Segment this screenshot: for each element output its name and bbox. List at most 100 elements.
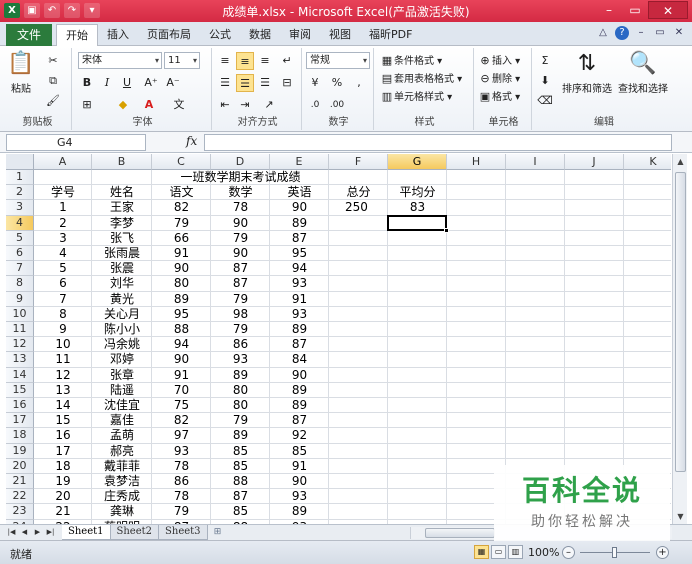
data-cell[interactable]: 92 [270,428,329,443]
decrease-indent-icon[interactable]: ⇤ [216,96,234,114]
grid-cell[interactable] [506,215,565,231]
data-cell[interactable]: 89 [270,216,329,231]
tab-2[interactable]: 页面布局 [138,24,200,46]
row-header[interactable]: 21 [6,474,34,490]
grid-cell[interactable] [447,443,506,459]
grid-cell[interactable] [506,230,565,246]
insert-function-icon[interactable]: fx [186,134,197,148]
data-cell[interactable]: 孟萌 [92,428,152,443]
row-header[interactable]: 12 [6,337,34,353]
grid-cell[interactable] [388,428,447,444]
grid-cell[interactable] [624,352,671,368]
increase-indent-icon[interactable]: ⇥ [236,96,254,114]
data-cell[interactable]: 75 [152,398,211,413]
grid-cell[interactable] [447,306,506,322]
data-cell[interactable]: 黄光 [92,292,152,307]
align-center-icon[interactable]: ☰ [236,74,254,92]
horizontal-scroll-thumb[interactable] [425,528,495,538]
sort-filter-button[interactable]: ⇅ 排序和筛选 [560,50,614,95]
orientation-icon[interactable]: ↗ [260,96,278,114]
grid-cell[interactable] [447,337,506,353]
data-cell[interactable]: 82 [152,200,211,215]
row-header[interactable]: 8 [6,276,34,292]
data-cell[interactable]: 邓婷 [92,352,152,367]
data-cell[interactable]: 庄秀成 [92,489,152,504]
data-cell[interactable]: 85 [211,444,270,459]
grid-cell[interactable] [447,398,506,414]
data-cell[interactable]: 龚琳 [92,504,152,519]
align-left-icon[interactable]: ☰ [216,74,234,92]
ribbon-minimize-icon[interactable]: △ [596,26,610,40]
grid-cell[interactable] [565,185,624,201]
data-cell[interactable]: 17 [34,444,92,459]
column-header[interactable]: D [211,154,270,170]
row-header[interactable]: 16 [6,398,34,414]
name-box[interactable]: G4 [6,134,146,151]
grid-cell[interactable] [624,292,671,307]
data-cell[interactable]: 97 [152,428,211,443]
column-header[interactable]: C [152,154,211,170]
row-header[interactable]: 17 [6,413,34,429]
grid-cell[interactable] [447,352,506,368]
grid-cell[interactable] [506,170,565,186]
percent-icon[interactable]: % [328,74,346,92]
zoom-slider-handle[interactable] [612,547,617,558]
data-cell[interactable]: 95 [270,246,329,261]
grid-cell[interactable] [506,352,565,368]
row-header[interactable]: 13 [6,352,34,368]
tab-3[interactable]: 公式 [200,24,240,46]
data-cell[interactable]: 94 [152,337,211,352]
data-cell[interactable]: 78 [152,459,211,474]
row-header[interactable]: 6 [6,246,34,262]
data-cell[interactable]: 93 [152,444,211,459]
data-cell[interactable]: 94 [270,261,329,276]
grid-cell[interactable] [506,261,565,277]
data-cell[interactable]: 嘉佳 [92,413,152,428]
wrap-text-icon[interactable]: ↵ [278,52,296,70]
grid-cell[interactable] [565,230,624,246]
data-cell[interactable]: 戴菲菲 [92,459,152,474]
data-cell[interactable]: 6 [34,276,92,291]
close-button[interactable]: ✕ [648,1,688,19]
format-painter-icon[interactable]: 🖌 [44,92,62,110]
grid-cell[interactable] [624,170,671,186]
row-header[interactable]: 19 [6,443,34,459]
data-cell[interactable]: 79 [152,504,211,519]
grid-cell[interactable] [565,200,624,216]
grid-cell[interactable] [565,382,624,398]
shrink-font-icon[interactable]: A⁻ [164,74,182,92]
scroll-up-icon[interactable]: ▲ [673,154,688,169]
row-header[interactable]: 22 [6,489,34,505]
tab-0[interactable]: 开始 [56,24,98,47]
grid-cell[interactable] [565,170,624,186]
grid-cell[interactable] [565,291,624,307]
data-cell[interactable]: 88 [211,474,270,489]
grid-cell[interactable] [565,337,624,353]
data-cell[interactable]: 89 [270,383,329,398]
grid-cell[interactable] [388,413,447,429]
format-cells-button[interactable]: ▣ 格式 ▾ [478,88,520,104]
data-cell[interactable]: 93 [211,352,270,367]
grid-cell[interactable] [565,413,624,429]
tab-7[interactable]: 福昕PDF [360,24,421,46]
copy-icon[interactable]: ⧉ [44,72,62,90]
grid-cell[interactable] [506,246,565,262]
zoom-level[interactable]: 100% [528,546,559,559]
grid-cell[interactable] [565,261,624,277]
grid-cell[interactable] [388,246,447,262]
comma-icon[interactable]: , [350,74,368,92]
doc-restore-icon[interactable]: ▭ [653,26,667,40]
align-bottom-icon[interactable]: ≡ [256,52,274,70]
data-cell[interactable]: 陈小小 [92,322,152,337]
grid-cell[interactable] [506,322,565,338]
row-header[interactable]: 1 [6,170,34,186]
grid-cell[interactable] [388,291,447,307]
grid-cell[interactable] [565,246,624,262]
grid-cell[interactable] [447,185,506,201]
grid-cell[interactable] [447,276,506,292]
grow-font-icon[interactable]: A⁺ [142,74,160,92]
grid-cell[interactable] [329,246,388,262]
grid-cell[interactable] [447,215,506,231]
grid-cell[interactable] [506,367,565,383]
formula-input[interactable] [204,134,672,151]
